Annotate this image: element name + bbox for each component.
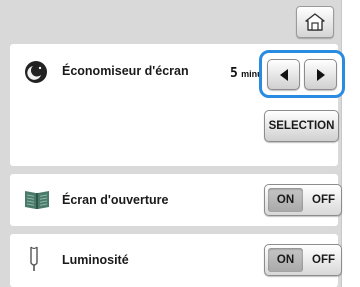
brightness-toggle[interactable]: ON OFF [264,244,342,276]
screensaver-panel: Économiseur d'écran 5 minutes SELECTION [10,44,345,166]
screensaver-value-number: 5 [230,66,238,81]
opening-screen-off-option[interactable]: OFF [306,185,341,215]
screensaver-value: 5 minutes [230,66,260,81]
moon-icon [25,61,47,83]
next-button[interactable] [304,59,337,90]
opening-screen-label: Écran d'ouverture [62,193,169,207]
brightness-on-option[interactable]: ON [268,248,303,272]
home-icon [305,13,325,31]
selection-button[interactable]: SELECTION [264,110,339,142]
settings-screen: Économiseur d'écran 5 minutes SELECTION [0,0,345,287]
screensaver-arrow-group [259,50,345,98]
opening-screen-toggle[interactable]: ON OFF [264,184,342,216]
brightness-panel: Luminosité ON OFF [10,234,342,287]
home-button[interactable] [296,6,334,38]
previous-button[interactable] [267,59,300,90]
right-arrow-icon [316,68,325,81]
opening-screen-panel: Écran d'ouverture ON OFF [10,174,342,226]
opening-screen-on-option[interactable]: ON [268,188,303,212]
screensaver-label: Économiseur d'écran [62,64,189,78]
left-arrow-icon [279,68,288,81]
screensaver-value-unit: minutes [241,69,260,79]
book-icon [25,191,49,209]
bulb-icon [30,246,38,271]
brightness-off-option[interactable]: OFF [306,245,341,275]
brightness-label: Luminosité [62,253,129,267]
